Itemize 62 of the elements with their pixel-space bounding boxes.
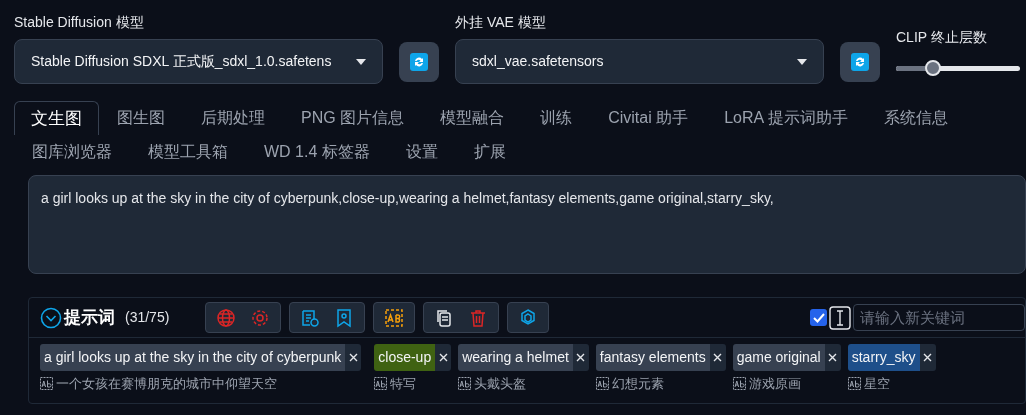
tab[interactable]: WD 1.4 标签器 xyxy=(246,135,388,169)
slider[interactable] xyxy=(896,60,1020,76)
tab[interactable]: 扩展 xyxy=(455,135,524,169)
refresh-button[interactable] xyxy=(399,42,439,82)
close-icon xyxy=(713,353,723,362)
refresh-icon xyxy=(851,53,869,71)
close-icon xyxy=(438,353,448,362)
close-icon xyxy=(923,353,932,362)
translate-icon xyxy=(847,377,861,391)
translate-icon xyxy=(40,377,53,391)
tag-translation: 头戴头盔 xyxy=(474,375,527,393)
tab[interactable]: 设置 xyxy=(387,135,456,169)
keyword-input-field[interactable]: 请输入新关键词 xyxy=(853,304,1025,331)
translate-icon xyxy=(458,377,472,391)
slider-thumb[interactable] xyxy=(925,60,942,76)
close-icon xyxy=(348,353,358,362)
tab[interactable]: 系统信息 xyxy=(865,101,966,135)
tab[interactable]: LoRA 提示词助手 xyxy=(706,101,866,135)
tag-chip[interactable]: starry_sky xyxy=(847,344,920,371)
panel-title: 提示词 xyxy=(64,306,115,329)
tab[interactable]: 图库浏览器 xyxy=(14,135,130,169)
tag-translation: 游戏原画 xyxy=(748,375,801,393)
tab[interactable]: Civitai 助手 xyxy=(590,101,707,135)
model-dropdown[interactable]: sdxl_vae.safetensors xyxy=(455,39,824,84)
tag-chip[interactable]: game original xyxy=(732,344,825,371)
tab[interactable]: 后期处理 xyxy=(183,101,283,135)
field-label: 外挂 VAE 模型 xyxy=(455,13,547,32)
tag-translation: 特写 xyxy=(390,375,417,393)
refresh-icon xyxy=(410,53,428,71)
close-icon xyxy=(828,353,838,362)
tab[interactable]: PNG 图片信息 xyxy=(283,101,423,135)
collapse-icon[interactable] xyxy=(40,306,62,329)
tab[interactable]: 文生图 xyxy=(14,101,99,135)
caret-icon xyxy=(356,58,366,65)
tab[interactable]: 模型融合 xyxy=(422,101,523,135)
tag-chip[interactable]: a girl looks up at the sky in the city of cyberpunk xyxy=(40,344,346,371)
caret-icon xyxy=(797,58,807,65)
model-dropdown[interactable]: Stable Diffusion SDXL 正式版_sdxl_1.0.safetens xyxy=(14,39,383,84)
close-icon xyxy=(576,353,586,362)
tab[interactable]: 训练 xyxy=(522,101,591,135)
close-button[interactable] xyxy=(435,344,452,371)
translate-icon xyxy=(732,377,746,391)
tag-translation: 星空 xyxy=(863,375,890,393)
tag-chip[interactable]: fantasy elements xyxy=(595,344,710,371)
checkbox[interactable] xyxy=(810,309,827,326)
slider-label: CLIP 终止层数 xyxy=(896,28,988,47)
text-cursor-icon[interactable] xyxy=(829,305,851,330)
tag-translation: 幻想元素 xyxy=(611,375,664,393)
list-clock-icon[interactable] xyxy=(300,307,321,328)
translate-icon xyxy=(374,377,388,391)
translate-icon[interactable] xyxy=(384,307,405,328)
tag-translation: 一个女孩在赛博朋克的城市中仰望天空 xyxy=(56,375,277,393)
field-label: Stable Diffusion 模型 xyxy=(14,13,145,32)
globe-icon[interactable] xyxy=(216,307,237,328)
tag-chip[interactable]: wearing a helmet xyxy=(458,344,573,371)
close-button[interactable] xyxy=(345,344,362,371)
tab[interactable]: 图生图 xyxy=(99,101,183,135)
refresh-button[interactable] xyxy=(840,42,880,82)
translate-icon xyxy=(595,377,609,391)
token-count: (31/75) xyxy=(125,308,170,327)
tab[interactable]: 模型工具箱 xyxy=(130,135,246,169)
tag-chip[interactable]: close-up xyxy=(374,344,436,371)
